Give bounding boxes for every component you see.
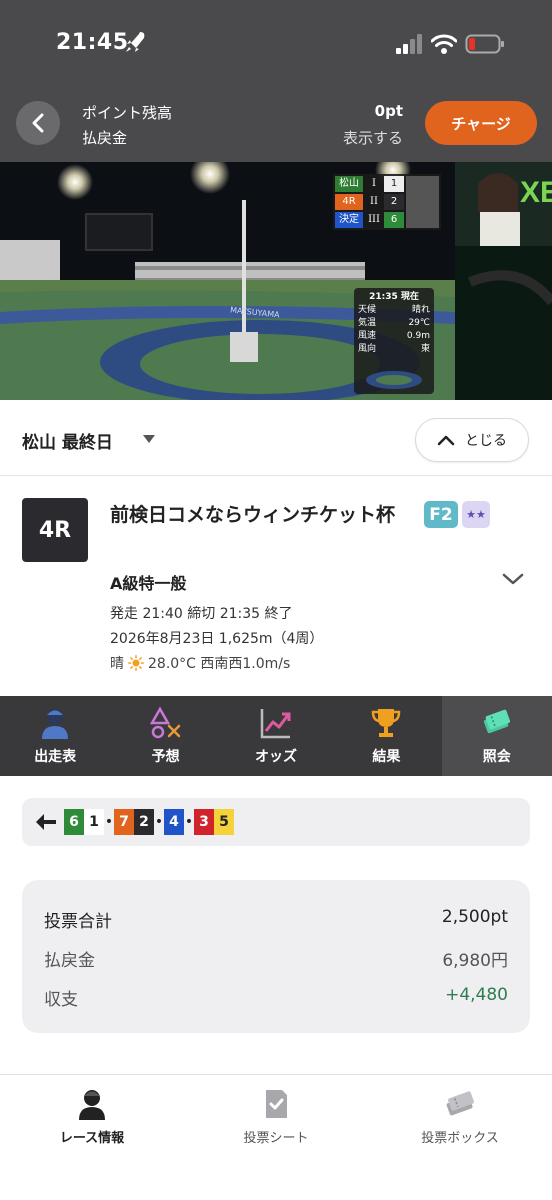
chevron-up-icon — [437, 435, 455, 446]
tab-results[interactable]: 結果 — [331, 696, 441, 776]
race-tabs: 出走表 予想 オッズ 結果 照会 — [0, 696, 552, 776]
result-order: 6 1 • 7 2 • 4 • 3 5 — [22, 798, 530, 846]
points-balance-label: ポイント残高 — [82, 104, 173, 122]
points-balance-value: 0pt — [374, 102, 403, 120]
total-label: 投票合計 — [44, 912, 112, 932]
balance-label: 収支 — [44, 990, 78, 1010]
refund-label: 払戻金 — [82, 129, 128, 147]
betting-summary: 投票合計 2,500pt 払戻金 6,980円 収支 +4,480 — [22, 880, 530, 1033]
nav-bet-box[interactable]: 投票ボックス — [390, 1087, 530, 1146]
race-number-badge: 4R — [22, 498, 88, 562]
show-refund-link[interactable]: 表示する — [343, 127, 403, 148]
scoreboard-col-mid: I II III — [368, 178, 380, 225]
stars-icon: ★★ — [462, 501, 490, 528]
result-chip: 3 — [194, 809, 214, 835]
battery-low-icon — [465, 34, 504, 54]
weather-label: 晴 — [110, 656, 124, 672]
odds-chart-icon — [260, 709, 291, 739]
result-chip: 2 — [134, 809, 154, 835]
caret-down-icon[interactable] — [142, 434, 156, 444]
race-date-distance: 2026年8月23日 1,625m（4周） — [110, 631, 324, 647]
result-separator: • — [184, 814, 194, 830]
rocket-icon — [126, 32, 145, 52]
tab-prediction[interactable]: 予想 — [110, 696, 220, 776]
race-video-frame: XE — [0, 162, 552, 400]
chevron-down-icon[interactable] — [502, 572, 524, 586]
app-header: 21:45 ポイント残高 払戻金 0pt 表示する チャージ — [0, 0, 552, 162]
race-weather: 晴 28.0°C 西南西1.0m/s — [110, 653, 290, 673]
trophy-icon — [372, 709, 401, 737]
tab-inquiry[interactable]: 照会 — [441, 696, 552, 776]
tab-entries[interactable]: 出走表 — [0, 696, 110, 776]
nav-race-info[interactable]: レース情報 — [22, 1087, 162, 1146]
close-button-label: とじる — [465, 433, 507, 449]
summary-total-row: 投票合計 2,500pt — [44, 907, 508, 932]
refund-summary-value: 6,980円 — [442, 951, 508, 971]
result-chip: 1 — [84, 809, 104, 835]
result-separator: • — [104, 814, 114, 830]
arrow-left-icon — [36, 814, 56, 830]
signal-icon — [396, 34, 422, 54]
chevron-left-icon — [32, 113, 44, 133]
race-schedule: 発走 21:40 締切 21:35 終了 — [110, 606, 293, 622]
weather-detail: 28.0°C 西南西1.0m/s — [148, 656, 291, 672]
result-chip: 4 — [164, 809, 184, 835]
weather-panel: 21:35 現在 天候 晴れ 気温 29℃ 風速 0.9m 風向東 — [358, 292, 430, 354]
result-chip: 5 — [214, 809, 234, 835]
race-class: A級特一般 — [110, 574, 187, 593]
check-sheet-icon — [266, 1090, 287, 1118]
tab-odds[interactable]: オッズ — [221, 696, 331, 776]
grade-badge: F2 — [424, 501, 458, 528]
scoreboard-col-right: 1 2 6 — [390, 178, 398, 225]
venue-name[interactable]: 松山 最終日 — [22, 428, 113, 453]
race-title: 前検日コメならウィンチケット杯 — [110, 504, 396, 526]
scoreboard-col-left: 松山 4R 決定 — [339, 178, 359, 225]
sun-icon — [128, 655, 144, 671]
wifi-icon — [431, 34, 457, 54]
rider-icon — [42, 709, 69, 739]
result-chips: 6 1 • 7 2 • 4 • 3 5 — [64, 809, 234, 835]
svg-text:XE: XE — [520, 176, 552, 209]
race-video[interactable]: XE 松山 4R 決定 I II III 1 2 6 21:35 現在 天候 晴れ… — [0, 162, 552, 400]
prediction-icon — [149, 706, 180, 739]
summary-balance-row: 収支 +4,480 — [44, 985, 508, 1010]
bottom-nav: レース情報 投票シート 投票ボックス — [0, 1074, 552, 1200]
result-chip: 7 — [114, 809, 134, 835]
ticket-icon — [483, 709, 510, 734]
total-value: 2,500pt — [441, 907, 508, 927]
charge-button[interactable]: チャージ — [425, 101, 537, 145]
back-button[interactable] — [16, 101, 60, 145]
result-chip: 6 — [64, 809, 84, 835]
refund-summary-label: 払戻金 — [44, 951, 95, 971]
balance-value: +4,480 — [445, 985, 508, 1005]
rider-icon — [79, 1090, 105, 1120]
nav-bet-sheet[interactable]: 投票シート — [206, 1087, 346, 1146]
summary-refund-row: 払戻金 6,980円 — [44, 946, 508, 971]
result-separator: • — [154, 814, 164, 830]
close-button[interactable]: とじる — [415, 418, 529, 462]
tickets-icon — [446, 1091, 474, 1116]
status-time: 21:45 — [56, 30, 129, 55]
